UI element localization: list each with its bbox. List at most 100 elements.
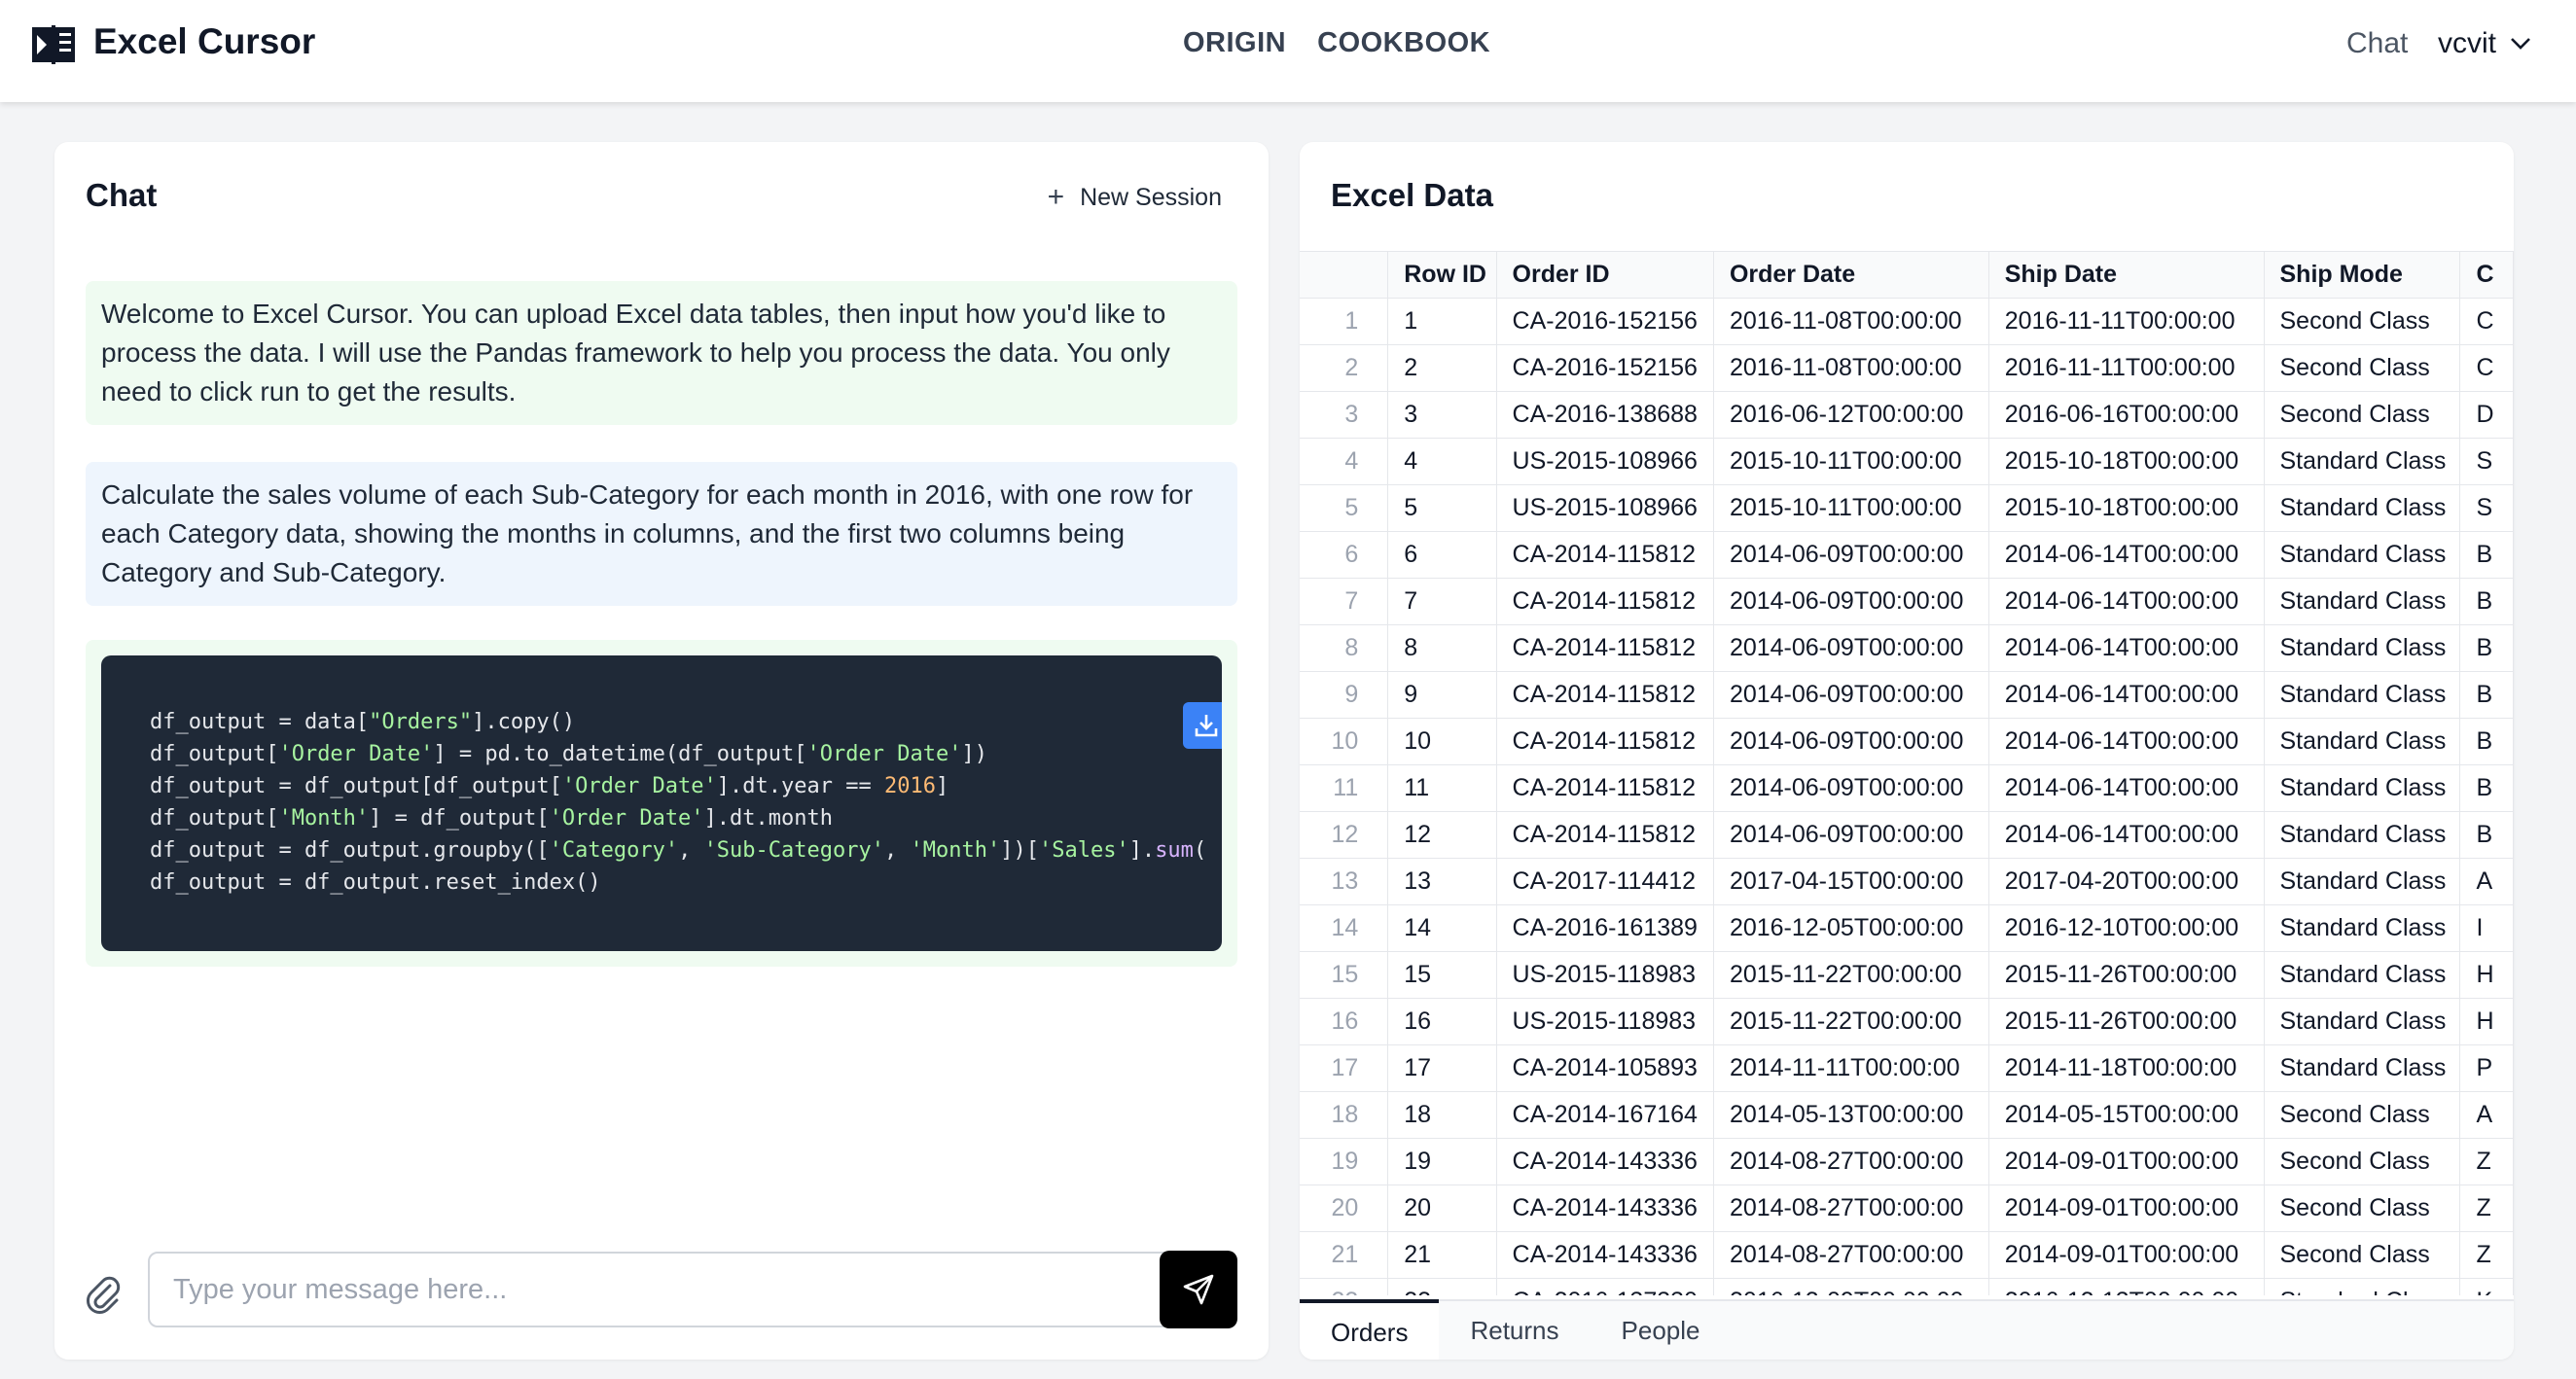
table-cell[interactable]: 2015-11-22T00:00:00	[1713, 998, 1989, 1045]
table-row[interactable]: 4 4 US-2015-108966 2015-10-11T00:00:00 2015-…	[1300, 438, 2514, 485]
table-cell[interactable]: CA-2016-152156	[1496, 298, 1714, 345]
table-cell[interactable]: 2016-12-10T00:00:00	[1988, 904, 2265, 952]
table-cell[interactable]: CA-2014-115812	[1496, 578, 1714, 625]
table-cell[interactable]: Standard Class	[2264, 904, 2461, 952]
table-row[interactable]: 19 19 CA-2014-143336 2014-08-27T00:00:00 201…	[1300, 1138, 2514, 1185]
table-cell[interactable]: CA-2014-115812	[1496, 718, 1714, 765]
table-row[interactable]: 3 3 CA-2016-138688 2016-06-12T00:00:00 2016-…	[1300, 391, 2514, 439]
table-cell[interactable]: 2014-06-14T00:00:00	[1988, 624, 2265, 672]
table-cell[interactable]: CA-2014-115812	[1496, 671, 1714, 719]
table-cell[interactable]: CA-2014-143336	[1496, 1231, 1714, 1279]
table-cell[interactable]: 2014-06-14T00:00:00	[1988, 811, 2265, 859]
table-cell[interactable]: CA-2014-167164	[1496, 1091, 1714, 1139]
table-cell[interactable]: 2016-11-08T00:00:00	[1713, 344, 1989, 392]
table-cell[interactable]: 2014-09-01T00:00:00	[1988, 1185, 2265, 1232]
table-cell[interactable]: H	[2459, 998, 2514, 1045]
table-row[interactable]: 17 17 CA-2014-105893 2014-11-11T00:00:00 201…	[1300, 1044, 2514, 1092]
table-cell[interactable]: CA-2014-115812	[1496, 811, 1714, 859]
table-cell[interactable]: 2014-06-14T00:00:00	[1988, 671, 2265, 719]
table-cell[interactable]: 21	[1387, 1231, 1497, 1279]
table-cell[interactable]: CA-2016-152156	[1496, 344, 1714, 392]
paperclip-icon[interactable]	[84, 1272, 123, 1315]
table-cell[interactable]: 2016-06-12T00:00:00	[1713, 391, 1989, 439]
nav-cookbook[interactable]: COOKBOOK	[1317, 27, 1490, 58]
column-header[interactable]: Order ID	[1496, 251, 1714, 299]
table-cell[interactable]: Standard Class	[2264, 858, 2461, 905]
column-header[interactable]: C	[2459, 251, 2514, 299]
table-cell[interactable]: 9	[1387, 671, 1497, 719]
app-title[interactable]: Excel Cursor	[93, 21, 315, 62]
table-row[interactable]: 12 12 CA-2014-115812 2014-06-09T00:00:00 201…	[1300, 811, 2514, 859]
table-cell[interactable]: 2015-10-18T00:00:00	[1988, 484, 2265, 532]
table-cell[interactable]: Standard Class	[2264, 484, 2461, 532]
table-row[interactable]: 9 9 CA-2014-115812 2014-06-09T00:00:00 2014-…	[1300, 671, 2514, 719]
table-cell[interactable]: 17	[1387, 1044, 1497, 1092]
table-cell[interactable]: P	[2459, 1044, 2514, 1092]
table-cell[interactable]: 6	[1387, 531, 1497, 579]
table-cell[interactable]: Standard Class	[2264, 624, 2461, 672]
table-cell[interactable]: 5	[1387, 484, 1497, 532]
table-cell[interactable]: B	[2459, 811, 2514, 859]
column-header[interactable]: Row ID	[1387, 251, 1497, 299]
table-cell[interactable]: 2016-12-05T00:00:00	[1713, 904, 1989, 952]
table-row[interactable]: 8 8 CA-2014-115812 2014-06-09T00:00:00 2014-…	[1300, 624, 2514, 672]
table-cell[interactable]: S	[2459, 484, 2514, 532]
table-cell[interactable]: I	[2459, 904, 2514, 952]
table-cell[interactable]: 2016-11-08T00:00:00	[1713, 298, 1989, 345]
table-cell[interactable]: D	[2459, 391, 2514, 439]
table-cell[interactable]: 2014-06-09T00:00:00	[1713, 764, 1989, 812]
table-cell[interactable]: B	[2459, 671, 2514, 719]
table-cell[interactable]: 8	[1387, 624, 1497, 672]
table-cell[interactable]: 2016-11-11T00:00:00	[1988, 298, 2265, 345]
table-cell[interactable]: A	[2459, 858, 2514, 905]
column-header[interactable]: Ship Mode	[2264, 251, 2461, 299]
table-cell[interactable]: 2015-10-18T00:00:00	[1988, 438, 2265, 485]
table-cell[interactable]: 19	[1387, 1138, 1497, 1185]
table-cell[interactable]: Standard Class	[2264, 578, 2461, 625]
table-cell[interactable]: 2	[1387, 344, 1497, 392]
table-cell[interactable]: Second Class	[2264, 391, 2461, 439]
sheet-tab-people[interactable]: People	[1591, 1301, 1732, 1360]
table-cell[interactable]: 20	[1387, 1185, 1497, 1232]
table-cell[interactable]: 2015-10-11T00:00:00	[1713, 438, 1989, 485]
table-cell[interactable]: Standard Class	[2264, 998, 2461, 1045]
table-row[interactable]: 5 5 US-2015-108966 2015-10-11T00:00:00 2015-…	[1300, 484, 2514, 532]
table-cell[interactable]: 2014-08-27T00:00:00	[1713, 1138, 1989, 1185]
table-cell[interactable]: Z	[2459, 1185, 2514, 1232]
table-cell[interactable]: US-2015-108966	[1496, 484, 1714, 532]
column-header[interactable]: Ship Date	[1988, 251, 2265, 299]
table-cell[interactable]: 11	[1387, 764, 1497, 812]
table-cell[interactable]: 2014-09-01T00:00:00	[1988, 1231, 2265, 1279]
table-cell[interactable]: S	[2459, 438, 2514, 485]
book-icon[interactable]	[31, 23, 76, 66]
table-cell[interactable]: 2016-12-13T00:00:00	[1988, 1278, 2265, 1295]
table-row[interactable]: 16 16 US-2015-118983 2015-11-22T00:00:00 201…	[1300, 998, 2514, 1045]
header-chat-link[interactable]: Chat	[2346, 27, 2408, 60]
table-cell[interactable]: 2014-08-27T00:00:00	[1713, 1231, 1989, 1279]
sheet-tab-orders[interactable]: Orders	[1300, 1299, 1440, 1360]
table-cell[interactable]: B	[2459, 578, 2514, 625]
table-cell[interactable]: 2014-08-27T00:00:00	[1713, 1185, 1989, 1232]
table-row[interactable]: 2 2 CA-2016-152156 2016-11-08T00:00:00 2016-…	[1300, 344, 2514, 392]
table-cell[interactable]: Standard Class	[2264, 811, 2461, 859]
table-cell[interactable]: Z	[2459, 1138, 2514, 1185]
table-cell[interactable]: 2014-06-09T00:00:00	[1713, 578, 1989, 625]
table-cell[interactable]: 12	[1387, 811, 1497, 859]
table-cell[interactable]: 2014-05-13T00:00:00	[1713, 1091, 1989, 1139]
table-cell[interactable]: K	[2459, 1278, 2514, 1295]
table-cell[interactable]: 2016-06-16T00:00:00	[1988, 391, 2265, 439]
column-header[interactable]: Order Date	[1713, 251, 1989, 299]
sheet-tab-returns[interactable]: Returns	[1439, 1301, 1590, 1360]
table-cell[interactable]: Second Class	[2264, 1185, 2461, 1232]
table-cell[interactable]: Z	[2459, 1231, 2514, 1279]
user-menu[interactable]: vcvit	[2438, 27, 2531, 60]
table-cell[interactable]: 16	[1387, 998, 1497, 1045]
table-row[interactable]: 7 7 CA-2014-115812 2014-06-09T00:00:00 2014-…	[1300, 578, 2514, 625]
table-cell[interactable]: CA-2014-115812	[1496, 764, 1714, 812]
table-row[interactable]: 6 6 CA-2014-115812 2014-06-09T00:00:00 2014-…	[1300, 531, 2514, 579]
table-cell[interactable]: Standard Class	[2264, 1278, 2461, 1295]
send-button[interactable]	[1160, 1251, 1237, 1328]
table-cell[interactable]: CA-2017-114412	[1496, 858, 1714, 905]
table-cell[interactable]: 10	[1387, 718, 1497, 765]
table-row[interactable]: 15 15 US-2015-118983 2015-11-22T00:00:00 201…	[1300, 951, 2514, 999]
